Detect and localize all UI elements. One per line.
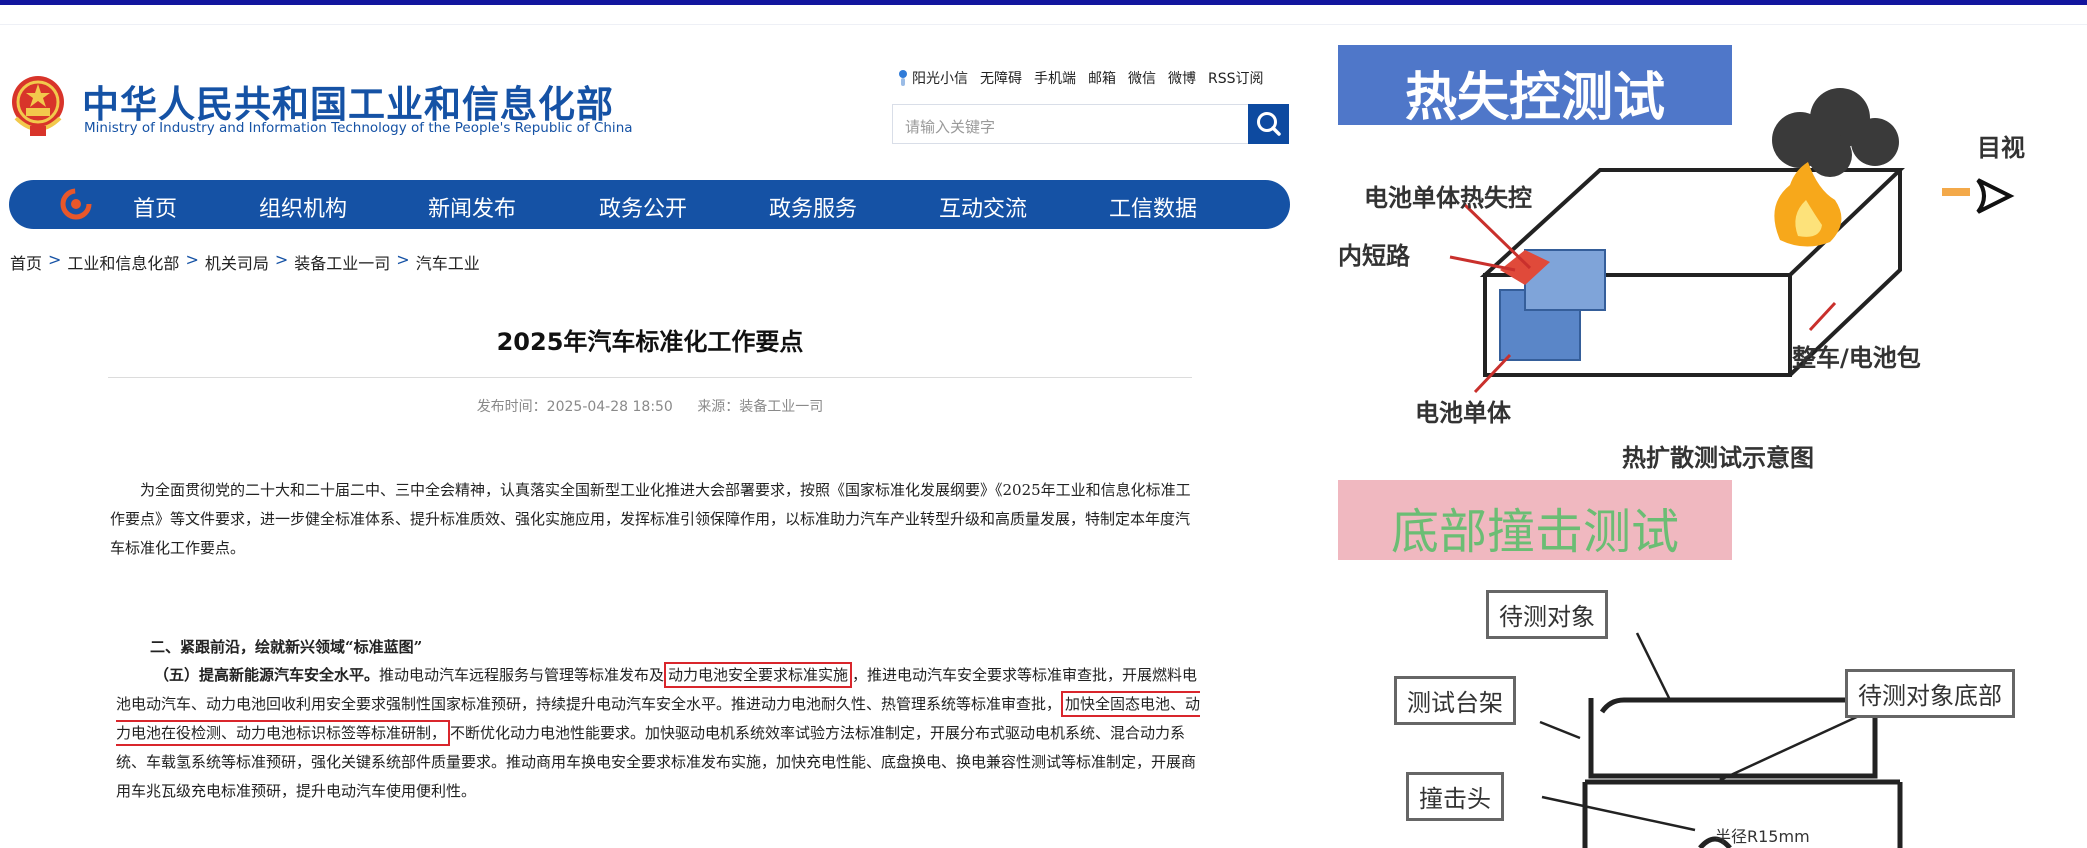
label-radius: 半径R15mm	[1715, 827, 1810, 846]
article-source: 来源：装备工业一司	[697, 399, 824, 415]
search-icon	[1257, 112, 1281, 136]
label-vehicle-pack: 整车/电池包	[1792, 344, 1921, 372]
section-heading: 二、紧跟前沿，绘就新兴领域“标准蓝图”	[150, 638, 423, 656]
breadcrumb: 首页 > 工业和信息化部 > 机关司局 > 装备工业一司 > 汽车工业	[10, 250, 480, 274]
breadcrumb-separator: >	[185, 250, 199, 269]
breadcrumb-separator: >	[48, 250, 62, 269]
article-meta: 发布时间：2025-04-28 18:50 来源：装备工业一司	[0, 396, 1300, 416]
breadcrumb-home[interactable]: 首页	[10, 250, 42, 274]
impact-leader-lines	[1539, 632, 1862, 832]
quick-link-wechat[interactable]: 微信	[1128, 68, 1156, 88]
thermal-caption: 热扩散测试示意图	[1622, 444, 1814, 472]
label-visual: 目视	[1977, 134, 2025, 162]
label-impact-head: 撞击头	[1406, 772, 1504, 821]
miit-page: 中华人民共和国工业和信息化部 Ministry of Industry and …	[0, 0, 1300, 848]
breadcrumb-automotive[interactable]: 汽车工业	[416, 250, 480, 274]
nav-data[interactable]: 工信数据	[1109, 191, 1197, 223]
nav-home[interactable]: 首页	[133, 191, 177, 223]
test-illustration: 热失控测试 电池单体热失控 内短路 目视 整车/电池包 电池单体 热扩散测试示意…	[1310, 0, 2087, 848]
breadcrumb-separator: >	[274, 250, 289, 269]
nav-interaction[interactable]: 互动交流	[939, 191, 1027, 223]
label-object-bottom: 待测对象底部	[1845, 669, 2015, 718]
quick-link-weibo[interactable]: 微博	[1168, 68, 1196, 88]
paragraph-lead: （五）提高新能源汽车安全水平。	[154, 666, 380, 684]
label-test-object: 待测对象	[1486, 590, 1608, 639]
article-paragraph: （五）提高新能源汽车安全水平。推动电动汽车远程服务与管理等标准发布及 动力电池安全…	[116, 661, 1202, 806]
highlight-box-battery-safety: 动力电池安全要求标准实施	[664, 662, 853, 688]
breadcrumb-departments[interactable]: 机关司局	[205, 250, 269, 274]
article-intro: 为全面贯彻党的二十大和二十届二中、三中全会精神，认真落实全国新型工业化推进大会部…	[110, 481, 1191, 557]
search-input[interactable]: 请输入关键字	[892, 104, 1289, 144]
sunshine-mascot-icon	[899, 70, 907, 86]
title-divider	[108, 377, 1192, 378]
quick-link-accessibility[interactable]: 无障碍	[980, 68, 1022, 88]
banner-bottom-text: 底部撞击测试	[1390, 504, 1679, 560]
quick-link-mail[interactable]: 邮箱	[1088, 68, 1116, 88]
quick-link-mobile[interactable]: 手机端	[1034, 68, 1076, 88]
breadcrumb-equipment-dept[interactable]: 装备工业一司	[294, 250, 390, 274]
label-test-rig: 测试台架	[1394, 676, 1516, 725]
national-emblem-icon	[12, 76, 64, 136]
nav-gov-services[interactable]: 政务服务	[769, 191, 857, 223]
search-button[interactable]	[1248, 104, 1289, 144]
label-cell-runaway: 电池单体热失控	[1364, 184, 1532, 212]
eye-icon	[1976, 178, 2015, 214]
quick-links: 阳光小信 无障碍 手机端 邮箱 微信 微博 RSS订阅	[898, 68, 1264, 88]
label-internal-short: 内短路	[1338, 242, 1410, 270]
nav-news[interactable]: 新闻发布	[428, 191, 516, 223]
breadcrumb-ministry[interactable]: 工业和信息化部	[67, 250, 179, 274]
miit-logo-icon	[60, 188, 92, 220]
site-logo-subtitle: Ministry of Industry and Information Tec…	[84, 120, 633, 136]
smoke-cloud	[1772, 88, 1899, 177]
article-title: 2025年汽车标准化工作要点	[496, 328, 804, 356]
label-battery-cell: 电池单体	[1415, 399, 1511, 427]
nav-gov-affairs[interactable]: 政务公开	[599, 191, 687, 223]
nav-organization[interactable]: 组织机构	[259, 191, 347, 223]
quick-link-label: 阳光小信	[912, 71, 968, 87]
quick-link-sunshine[interactable]: 阳光小信	[898, 68, 968, 88]
publish-time: 发布时间：2025-04-28 18:50	[476, 399, 673, 415]
paragraph-text-a: 推动电动汽车远程服务与管理等标准发布及	[379, 666, 665, 684]
breadcrumb-separator: >	[396, 250, 410, 269]
banner-bottom-impact: 底部撞击测试	[1338, 480, 1732, 560]
search-placeholder: 请输入关键字	[905, 118, 996, 136]
quick-link-rss[interactable]: RSS订阅	[1208, 68, 1264, 88]
